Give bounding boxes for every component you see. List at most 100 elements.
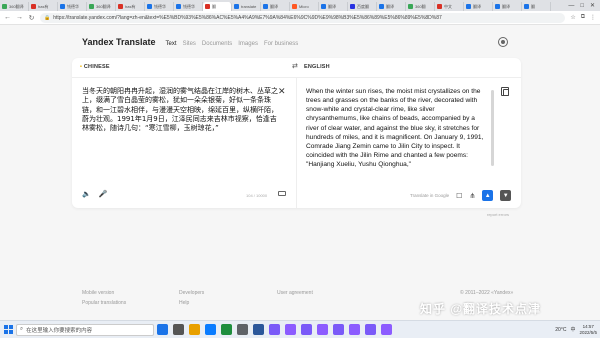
user-account-icon[interactable] [498, 37, 508, 47]
char-counter: 104 / 10000 [246, 193, 268, 198]
source-text-input[interactable]: 当冬天的朝阳冉冉升起，湿润的雾气结晶在江岸的树木、丛草之上，缀满了雪白晶莹的雾松… [82, 87, 278, 133]
close-window-button[interactable]: ✕ [590, 2, 595, 9]
microphone-icon[interactable]: 🎤 [99, 190, 108, 198]
taskbar-clock[interactable]: 14:57 2022/5/5 [579, 324, 597, 336]
browser-tab[interactable]: 360翻 [406, 2, 435, 11]
taskbar-search-box[interactable]: ⌕ 在这里输入你要搜索的内容 [16, 323, 154, 336]
source-language-label: CHINESE [83, 64, 110, 70]
target-language-select[interactable]: ENGLISH [304, 64, 330, 70]
footer-col-3: User agreement [277, 288, 313, 298]
browser-tab[interactable]: translate [232, 2, 261, 11]
browser-tab[interactable]: 360翻译 [0, 2, 29, 11]
detect-dot-icon: • [80, 64, 83, 70]
browser-tab[interactable]: 百度翻 [348, 2, 377, 11]
thumbs-down-icon[interactable]: ▼ [500, 190, 512, 201]
thumbs-up-icon[interactable]: ▲ [482, 190, 494, 201]
tab-label: 百度翻 [357, 3, 369, 9]
taskbar-app-icon[interactable] [221, 324, 232, 335]
taskbar-app-icon[interactable] [157, 324, 168, 335]
browser-tab[interactable]: 中文 [435, 2, 464, 11]
reload-icon[interactable]: ↻ [28, 14, 35, 22]
nav-images[interactable]: Images [238, 41, 258, 47]
keyboard-icon[interactable] [278, 191, 286, 196]
footer-link-popular[interactable]: Popular translations [82, 298, 126, 308]
taskbar-app-icon[interactable] [333, 324, 344, 335]
tab-favicon-icon [524, 4, 529, 9]
brand-logo[interactable]: Yandex Translate [82, 37, 156, 47]
url-text: https://translate.yandex.com/?lang=zh-en… [53, 14, 442, 21]
translator-panel: • CHINESE ⇄ ENGLISH 当冬天的朝阳冉冉升起，湿润的雾气结晶在江… [72, 58, 521, 208]
share-icon[interactable]: ⋔ [469, 192, 475, 200]
bookmark-icon[interactable]: ☐ [456, 192, 462, 200]
window-controls: — □ ✕ [568, 0, 600, 11]
footer-link-developers[interactable]: Developers [179, 288, 204, 298]
browser-tab[interactable]: 翻译 [377, 2, 406, 11]
taskbar-app-icon[interactable] [173, 324, 184, 335]
taskbar-app-icon[interactable] [317, 324, 328, 335]
taskbar-app-icon[interactable] [301, 324, 312, 335]
tab-label: 翻译 [328, 3, 336, 9]
taskbar-app-icon[interactable] [237, 324, 248, 335]
clear-text-icon[interactable]: ✕ [278, 86, 286, 97]
translation-output: When the winter sun rises, the moist mis… [306, 88, 484, 169]
search-icon: ⌕ [20, 326, 24, 332]
footer-link-help[interactable]: Help [179, 298, 204, 308]
nav-documents[interactable]: Documents [202, 41, 232, 47]
browser-tab[interactable]: 翻 [203, 2, 232, 11]
windows-start-icon[interactable] [4, 325, 13, 334]
minimize-button[interactable]: — [568, 3, 574, 9]
tab-label: 翻译 [386, 3, 394, 9]
tab-favicon-icon [234, 4, 239, 9]
tab-label: 翻 [531, 3, 535, 9]
source-language-select[interactable]: • CHINESE [80, 64, 110, 70]
url-field[interactable]: 🔒 https://translate.yandex.com/?lang=zh-… [40, 12, 566, 23]
taskbar-app-icon[interactable] [269, 324, 280, 335]
browser-tab[interactable]: 钱德华 [58, 2, 87, 11]
forward-icon[interactable]: → [16, 14, 23, 21]
nav-sites[interactable]: Sites [183, 41, 196, 47]
browser-tab[interactable]: Micro [290, 2, 319, 11]
taskbar-app-icon[interactable] [253, 324, 264, 335]
zhihu-watermark: 知乎 @翻译技术点津 [420, 302, 542, 316]
browser-tab[interactable]: 翻译 [261, 2, 290, 11]
extensions-icon[interactable]: ⧉ [581, 14, 585, 21]
browser-tab[interactable]: 翻译 [493, 2, 522, 11]
browser-tab[interactable]: 翻译 [319, 2, 348, 11]
translation-tools: Translate in Google ☐ ⋔ ▲ ▼ [410, 190, 512, 201]
weather-text[interactable]: 20°C [555, 327, 566, 333]
browser-tab[interactable]: 钱德华 [145, 2, 174, 11]
browser-tab[interactable]: 翻译 [464, 2, 493, 11]
bookmark-star-icon[interactable]: ☆ [570, 14, 575, 21]
browser-tab[interactable]: has有 [116, 2, 145, 11]
back-icon[interactable]: ← [4, 14, 11, 21]
nav-text[interactable]: Text [166, 41, 177, 47]
browser-tab[interactable]: 360翻译 [87, 2, 116, 11]
tab-favicon-icon [466, 4, 471, 9]
footer-link-mobile[interactable]: Mobile version [82, 288, 126, 298]
taskbar-app-icon[interactable] [189, 324, 200, 335]
tab-label: 翻译 [473, 3, 481, 9]
ime-indicator[interactable]: 中 [570, 326, 575, 333]
browser-tab[interactable]: 翻 [522, 2, 551, 11]
speaker-icon[interactable]: 🔈 [82, 190, 91, 198]
menu-icon[interactable]: ⋮ [590, 14, 596, 21]
browser-toolbar-icons: ☆ ⧉ ⋮ [570, 14, 596, 21]
browser-tab[interactable]: has有 [29, 2, 58, 11]
taskbar-app-icon[interactable] [285, 324, 296, 335]
lock-icon: 🔒 [44, 14, 51, 21]
nav-for-business[interactable]: For business [264, 41, 298, 47]
taskbar-app-icon[interactable] [381, 324, 392, 335]
taskbar-app-icon[interactable] [349, 324, 360, 335]
maximize-button[interactable]: □ [580, 3, 584, 9]
copy-icon[interactable] [501, 87, 509, 96]
translate-in-google-link[interactable]: Translate in Google [410, 193, 449, 198]
tab-favicon-icon [205, 4, 210, 9]
source-tools: 🔈 🎤 [82, 190, 107, 198]
footer-link-agreement[interactable]: User agreement [277, 288, 313, 298]
report-errors-link[interactable]: report errors [487, 212, 509, 217]
taskbar-app-icon[interactable] [365, 324, 376, 335]
translation-scrollbar[interactable] [491, 90, 494, 166]
browser-tab[interactable]: 钱德华 [174, 2, 203, 11]
swap-languages-icon[interactable]: ⇄ [292, 62, 298, 70]
taskbar-app-icon[interactable] [205, 324, 216, 335]
